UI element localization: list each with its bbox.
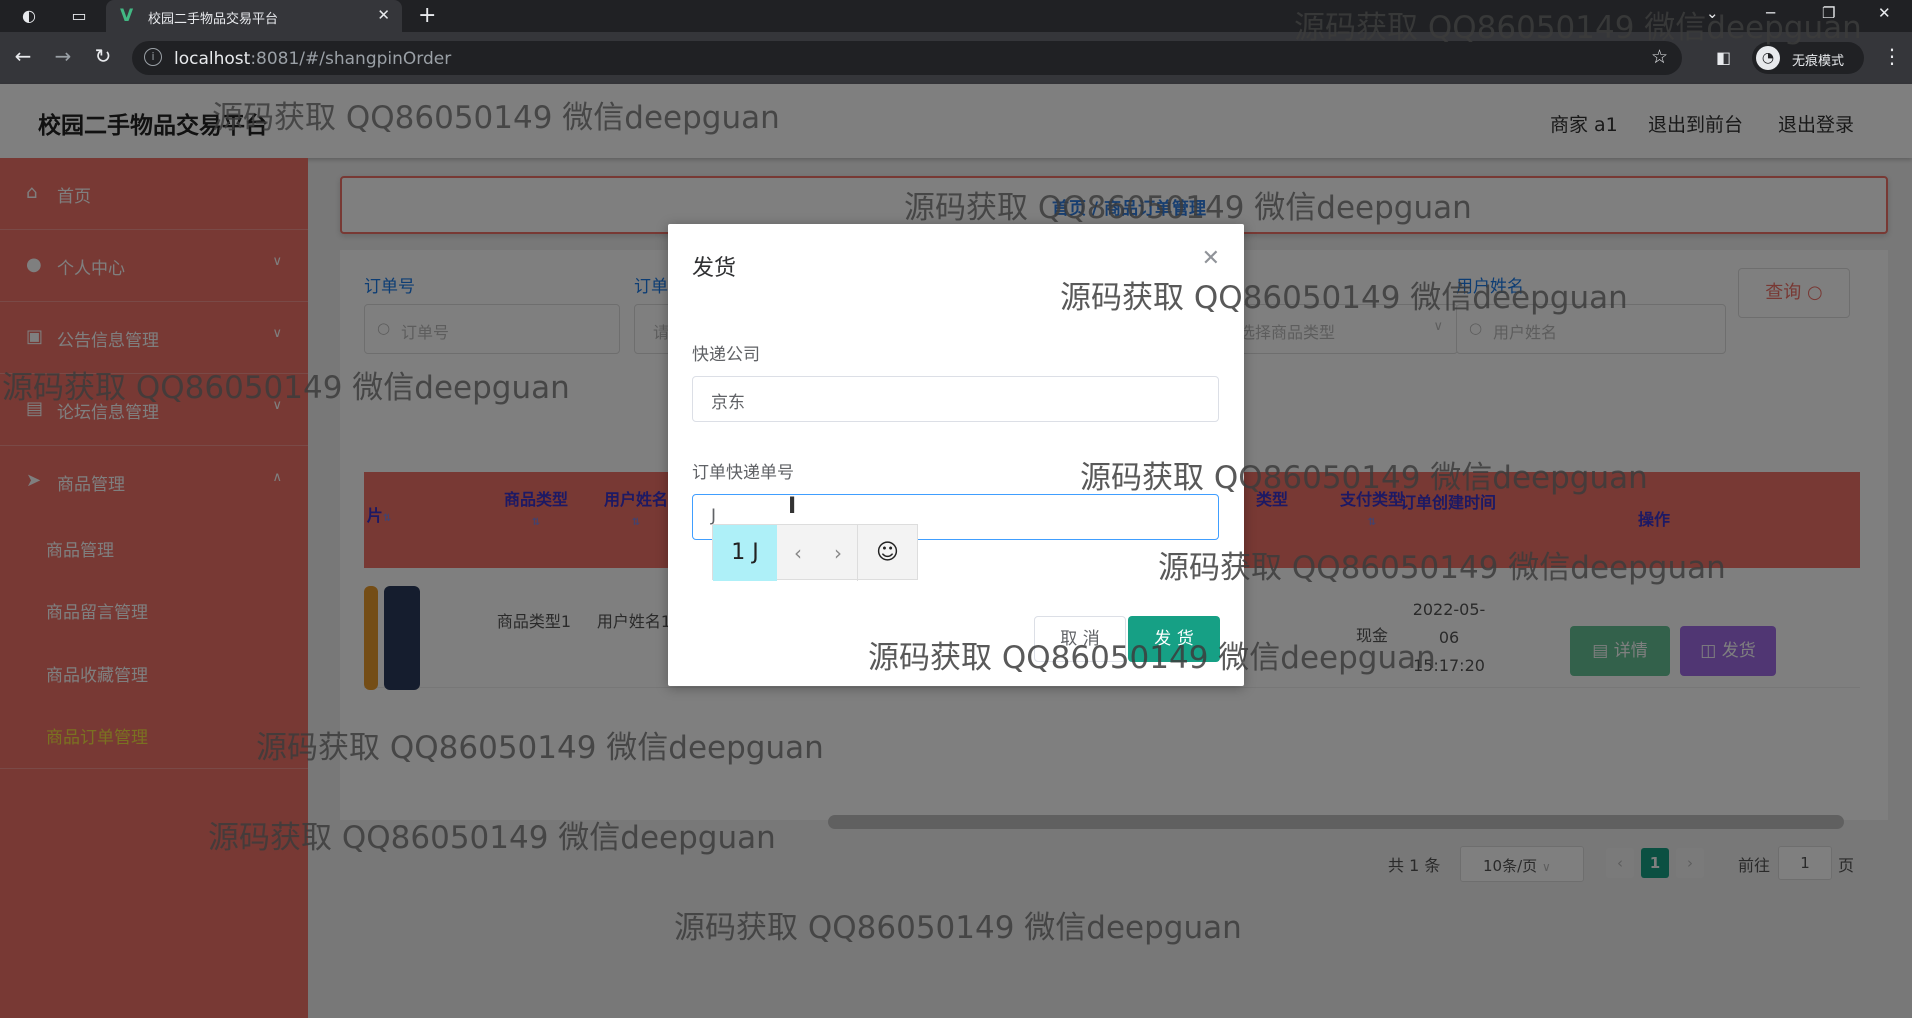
vue-logo-icon: V <box>120 6 134 26</box>
incognito-badge[interactable]: ◔ 无痕模式 <box>1752 42 1864 74</box>
courier-input[interactable]: 京东 <box>692 376 1219 422</box>
tab-title: 校园二手物品交易平台 <box>148 12 279 27</box>
close-icon[interactable]: ✕ <box>377 6 390 24</box>
minimize-icon[interactable]: ─ <box>1766 4 1775 22</box>
confirm-ship-button[interactable]: 发 货 <box>1128 616 1220 662</box>
plus-icon[interactable]: + <box>418 3 436 28</box>
emoji-icon[interactable]: ☺ <box>857 525 917 581</box>
info-icon[interactable]: i <box>144 48 162 66</box>
incognito-label: 无痕模式 <box>1792 54 1845 69</box>
menu-icon[interactable]: ⋮ <box>1882 44 1902 68</box>
forward-icon[interactable]: → <box>50 44 76 68</box>
ship-dialog: 发货 ✕ 快递公司 京东 订单快递单号 J 1 J ‹ › ☺ 取 消 发 货 <box>668 224 1244 686</box>
browser-tabbar: ◐ ▭ V 校园二手物品交易平台 ✕ + ⌄ ─ ❐ ✕ <box>0 0 1912 32</box>
back-icon[interactable]: ← <box>10 44 36 68</box>
incognito-icon: ◔ <box>1756 46 1780 70</box>
close-icon[interactable]: ✕ <box>1202 246 1220 271</box>
dialog-title: 发货 <box>692 256 737 281</box>
restore-icon[interactable]: ❐ <box>1822 4 1835 22</box>
globe-icon[interactable]: ◐ <box>18 5 40 27</box>
ime-prev-icon[interactable]: ‹ <box>777 525 819 581</box>
ime-candidate[interactable]: 1 J <box>713 525 777 581</box>
reload-icon[interactable]: ↻ <box>90 44 116 68</box>
window-close-icon[interactable]: ✕ <box>1878 4 1891 22</box>
extension-icon[interactable]: ◧ <box>1716 48 1731 67</box>
window-icon[interactable]: ▭ <box>68 5 90 27</box>
star-icon[interactable]: ☆ <box>1651 46 1668 68</box>
tracking-label: 订单快递单号 <box>692 463 794 483</box>
text-cursor-icon: I <box>788 494 797 519</box>
ime-candidate-popup: 1 J ‹ › ☺ <box>712 524 918 581</box>
chevron-down-icon[interactable]: ⌄ <box>1706 4 1719 22</box>
cancel-button[interactable]: 取 消 <box>1034 616 1126 662</box>
url-text: localhost:8081/#/shangpinOrder <box>174 49 452 69</box>
courier-label: 快递公司 <box>692 345 760 365</box>
browser-tab[interactable]: V 校园二手物品交易平台 ✕ <box>106 0 402 32</box>
address-bar[interactable]: i localhost:8081/#/shangpinOrder ☆ <box>132 41 1682 75</box>
ime-next-icon[interactable]: › <box>817 525 859 581</box>
browser-toolbar: ← → ↻ i localhost:8081/#/shangpinOrder ☆… <box>0 32 1912 84</box>
